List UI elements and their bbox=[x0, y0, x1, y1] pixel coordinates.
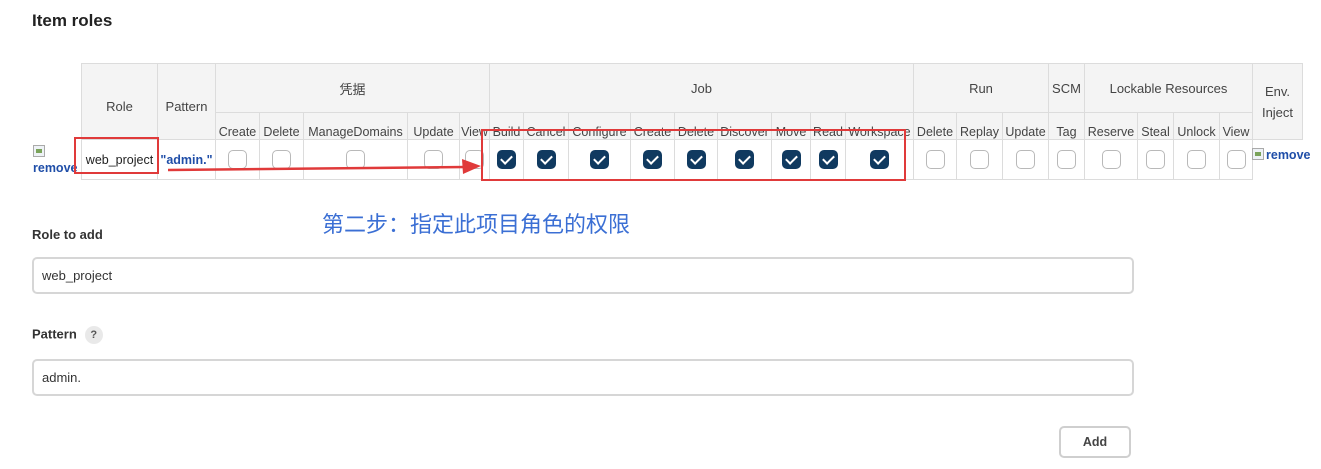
checkbox-job-configure[interactable] bbox=[590, 150, 609, 169]
perm-lockable-steal: Steal bbox=[1137, 112, 1174, 140]
checkbox-job-create[interactable] bbox=[643, 150, 662, 169]
checkbox-credentials-managedomains[interactable] bbox=[346, 150, 365, 169]
group-header-scm: SCM bbox=[1048, 63, 1085, 113]
checkbox-lockable-steal[interactable] bbox=[1146, 150, 1165, 169]
perm-job-delete: Delete bbox=[674, 112, 718, 140]
role-to-add-input[interactable] bbox=[32, 257, 1134, 294]
pattern-label: Pattern bbox=[32, 326, 77, 342]
item-roles-table: Role Pattern 凭据 Job Run SCM Lockable Res… bbox=[81, 63, 1303, 180]
pattern-cell: "admin." bbox=[157, 139, 216, 180]
section-title: Item roles bbox=[32, 11, 113, 30]
table-row: web_project "admin." bbox=[81, 139, 1303, 180]
help-icon[interactable]: ? bbox=[84, 326, 103, 344]
perm-credentials-view: View bbox=[459, 112, 490, 140]
pattern-input[interactable] bbox=[32, 359, 1134, 396]
checkbox-job-workspace[interactable] bbox=[870, 150, 889, 169]
group-header-lockable-resources: Lockable Resources bbox=[1084, 63, 1253, 113]
perm-job-read: Read bbox=[810, 112, 846, 140]
perm-credentials-delete: Delete bbox=[259, 112, 304, 140]
checkbox-job-move[interactable] bbox=[781, 150, 801, 169]
role-header: Role bbox=[81, 63, 158, 140]
pattern-header: Pattern bbox=[157, 63, 216, 140]
role-to-add-label: Role to add bbox=[32, 227, 103, 242]
annotation-step-text: 第二步：指定此项目角色的权限 bbox=[322, 213, 631, 238]
checkbox-job-discover[interactable] bbox=[735, 150, 754, 169]
perm-credentials-create: Create bbox=[215, 112, 260, 140]
checkbox-job-read[interactable] bbox=[818, 150, 838, 169]
group-header-job: Job bbox=[489, 63, 914, 113]
remove-role-link[interactable]: remove bbox=[33, 161, 77, 175]
group-header-env-inject: Env. Inject bbox=[1252, 63, 1303, 140]
checkbox-lockable-unlock[interactable] bbox=[1187, 150, 1206, 169]
add-button[interactable]: Add bbox=[1059, 426, 1131, 458]
perm-job-discover: Discover bbox=[717, 112, 772, 140]
checkbox-lockable-view[interactable] bbox=[1226, 150, 1246, 169]
checkbox-credentials-create[interactable] bbox=[228, 150, 247, 169]
perm-lockable-view: View bbox=[1219, 112, 1253, 140]
checkbox-scm-tag[interactable] bbox=[1057, 150, 1076, 169]
perm-run-update: Update bbox=[1002, 112, 1049, 140]
remove-right-image-icon[interactable] bbox=[1252, 148, 1264, 160]
checkbox-job-delete[interactable] bbox=[686, 150, 706, 169]
role-name-cell: web_project bbox=[81, 139, 158, 180]
pattern-label-row: Pattern? bbox=[32, 326, 103, 344]
remove-role-right-link[interactable]: remove bbox=[1266, 148, 1310, 162]
perm-lockable-unlock: Unlock bbox=[1173, 112, 1220, 140]
checkbox-credentials-delete[interactable] bbox=[272, 150, 291, 169]
perm-scm-tag: Tag bbox=[1048, 112, 1085, 140]
checkbox-credentials-update[interactable] bbox=[424, 150, 443, 169]
checkbox-credentials-view[interactable] bbox=[465, 150, 484, 169]
checkbox-run-replay[interactable] bbox=[970, 150, 989, 169]
perm-run-delete: Delete bbox=[913, 112, 957, 140]
perm-credentials-update: Update bbox=[407, 112, 460, 140]
perm-credentials-managedomains: ManageDomains bbox=[303, 112, 408, 140]
perm-run-replay: Replay bbox=[956, 112, 1003, 140]
perm-job-configure: Configure bbox=[568, 112, 631, 140]
remove-image-icon[interactable] bbox=[33, 145, 45, 157]
perm-job-create: Create bbox=[630, 112, 675, 140]
perm-job-move: Move bbox=[771, 112, 811, 140]
group-header-run: Run bbox=[913, 63, 1049, 113]
checkbox-run-update[interactable] bbox=[1016, 150, 1035, 169]
checkbox-run-delete[interactable] bbox=[925, 150, 945, 169]
checkbox-job-cancel[interactable] bbox=[536, 150, 556, 169]
perm-job-workspace: Workspace bbox=[845, 112, 914, 140]
checkbox-lockable-reserve[interactable] bbox=[1101, 150, 1121, 169]
perm-job-cancel: Cancel bbox=[523, 112, 569, 140]
perm-job-build: Build bbox=[489, 112, 524, 140]
checkbox-job-build[interactable] bbox=[497, 150, 516, 169]
group-header-credentials: 凭据 bbox=[215, 63, 490, 113]
perm-lockable-reserve: Reserve bbox=[1084, 112, 1138, 140]
